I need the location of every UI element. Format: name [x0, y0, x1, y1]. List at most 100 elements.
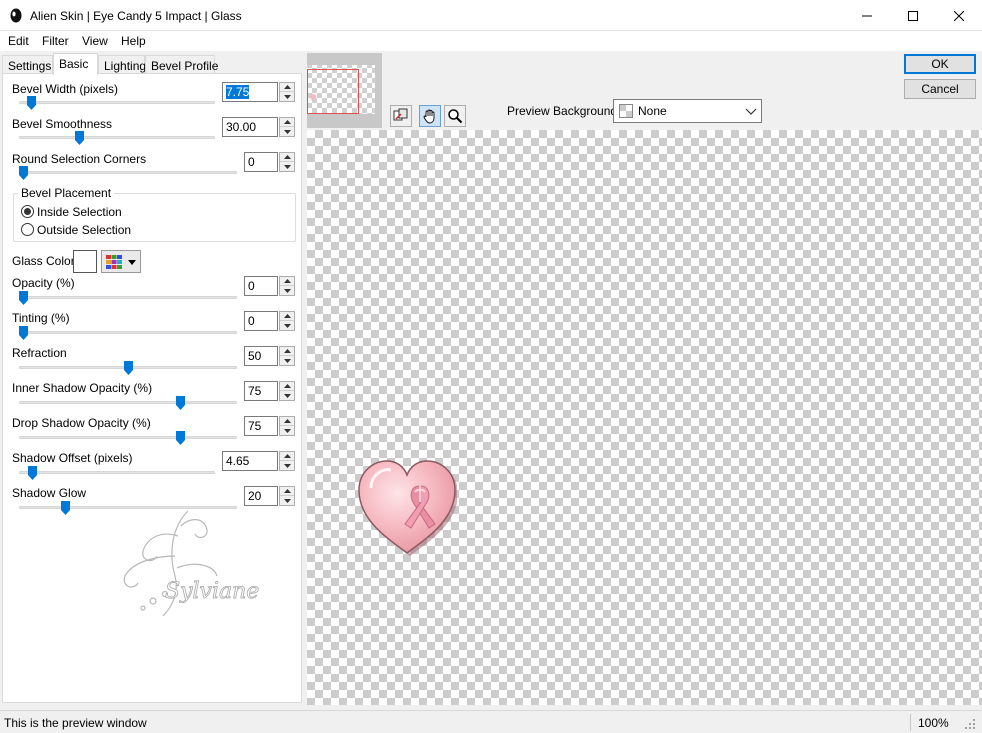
shadow-offset-slider-track[interactable] [19, 471, 215, 474]
opacity-input[interactable]: 0 [244, 276, 278, 296]
drop-shadow-opacity-slider-thumb[interactable] [176, 431, 185, 445]
refraction-slider-thumb[interactable] [124, 361, 133, 375]
menu-filter[interactable]: Filter [42, 34, 69, 48]
bevel-width-slider-track[interactable] [19, 101, 215, 104]
menu-view[interactable]: View [82, 34, 108, 48]
spin-down-arrow-icon[interactable] [280, 92, 294, 101]
spin-up-arrow-icon[interactable] [280, 153, 294, 162]
glass-heart-preview [358, 460, 457, 556]
close-button[interactable] [936, 0, 982, 31]
shadow-glow-input[interactable]: 20 [244, 486, 278, 506]
inside-selection-label[interactable]: Inside Selection [37, 205, 122, 219]
color-picker-button[interactable] [101, 250, 141, 273]
round-corners-slider-track[interactable] [19, 171, 237, 174]
spin-up-arrow-icon[interactable] [280, 347, 294, 356]
shadow-offset-slider-thumb[interactable] [28, 466, 37, 480]
spin-down-arrow-icon[interactable] [280, 127, 294, 136]
opacity-spin-buttons[interactable] [279, 276, 295, 296]
spin-up-arrow-icon[interactable] [280, 417, 294, 426]
preview-background-select[interactable]: None [613, 99, 762, 123]
inner-shadow-opacity-slider-track[interactable] [19, 401, 237, 404]
refraction-input[interactable]: 50 [244, 346, 278, 366]
shadow-glow-slider-thumb[interactable] [61, 501, 70, 515]
tab-basic[interactable]: Basic [53, 53, 98, 75]
title-bar: Alien Skin | Eye Candy 5 Impact | Glass [0, 0, 982, 31]
opacity-stepper[interactable]: 0 [244, 276, 296, 296]
tab-bevel-profile[interactable]: Bevel Profile [145, 55, 218, 74]
outside-selection-label[interactable]: Outside Selection [37, 223, 131, 237]
inner-shadow-opacity-spin-buttons[interactable] [279, 381, 295, 401]
tab-settings[interactable]: Settings [2, 55, 53, 74]
spin-down-arrow-icon[interactable] [280, 391, 294, 400]
tinting-stepper[interactable]: 0 [244, 311, 296, 331]
drop-shadow-opacity-slider-track[interactable] [19, 436, 237, 439]
cancel-button[interactable]: Cancel [904, 79, 976, 99]
inner-shadow-opacity-slider-thumb[interactable] [176, 396, 185, 410]
compare-preview-button[interactable] [390, 105, 412, 127]
spin-down-arrow-icon[interactable] [280, 321, 294, 330]
zoom-tool-button[interactable] [444, 105, 466, 127]
spin-up-arrow-icon[interactable] [280, 487, 294, 496]
tinting-label: Tinting (%) [12, 311, 70, 325]
shadow-glow-stepper[interactable]: 20 [244, 486, 296, 506]
preview-window[interactable] [307, 130, 982, 705]
round-corners-stepper[interactable]: 0 [244, 152, 296, 172]
spin-up-arrow-icon[interactable] [280, 452, 294, 461]
bevel-width-spin-buttons[interactable] [279, 82, 295, 102]
status-divider [910, 714, 911, 731]
round-corners-spin-buttons[interactable] [279, 152, 295, 172]
drop-shadow-opacity-spin-buttons[interactable] [279, 416, 295, 436]
refraction-stepper[interactable]: 50 [244, 346, 296, 366]
spin-down-arrow-icon[interactable] [280, 426, 294, 435]
spin-up-arrow-icon[interactable] [280, 382, 294, 391]
menu-edit[interactable]: Edit [8, 34, 29, 48]
bevel-smoothness-slider-track[interactable] [19, 136, 215, 139]
outside-selection-radio[interactable] [21, 223, 34, 236]
minimize-button[interactable] [844, 0, 890, 31]
navigator-view-frame[interactable] [307, 69, 359, 114]
round-corners-slider-thumb[interactable] [19, 166, 28, 180]
resize-grip-icon[interactable] [964, 718, 976, 730]
opacity-slider-thumb[interactable] [19, 291, 28, 305]
tinting-spin-buttons[interactable] [279, 311, 295, 331]
spin-down-arrow-icon[interactable] [280, 356, 294, 365]
spin-up-arrow-icon[interactable] [280, 83, 294, 92]
opacity-slider-track[interactable] [19, 296, 237, 299]
spin-up-arrow-icon[interactable] [280, 312, 294, 321]
shadow-offset-input[interactable]: 4.65 [222, 451, 278, 471]
zoom-magnifier-icon [448, 109, 463, 124]
tab-lighting[interactable]: Lighting [98, 55, 146, 74]
inner-shadow-opacity-stepper[interactable]: 75 [244, 381, 296, 401]
spin-down-arrow-icon[interactable] [280, 162, 294, 171]
inside-selection-radio[interactable] [21, 205, 34, 218]
maximize-button[interactable] [890, 0, 936, 31]
zoom-level: 100% [918, 716, 949, 730]
bevel-width-slider-thumb[interactable] [27, 96, 36, 110]
tinting-slider-track[interactable] [19, 331, 237, 334]
tinting-input[interactable]: 0 [244, 311, 278, 331]
menu-help[interactable]: Help [121, 34, 146, 48]
spin-down-arrow-icon[interactable] [280, 496, 294, 505]
hand-tool-button[interactable] [419, 105, 441, 127]
shadow-offset-spin-buttons[interactable] [279, 451, 295, 471]
bevel-width-input[interactable]: 7.75 [222, 82, 278, 102]
spin-up-arrow-icon[interactable] [280, 118, 294, 127]
drop-shadow-opacity-input[interactable]: 75 [244, 416, 278, 436]
bevel-smoothness-stepper[interactable]: 30.00 [222, 117, 296, 137]
inner-shadow-opacity-input[interactable]: 75 [244, 381, 278, 401]
refraction-spin-buttons[interactable] [279, 346, 295, 366]
ok-button[interactable]: OK [904, 54, 976, 74]
shadow-glow-spin-buttons[interactable] [279, 486, 295, 506]
round-corners-input[interactable]: 0 [244, 152, 278, 172]
shadow-offset-stepper[interactable]: 4.65 [222, 451, 296, 471]
bevel-smoothness-input[interactable]: 30.00 [222, 117, 278, 137]
spin-down-arrow-icon[interactable] [280, 461, 294, 470]
drop-shadow-opacity-stepper[interactable]: 75 [244, 416, 296, 436]
bevel-width-stepper[interactable]: 7.75 [222, 82, 296, 102]
glass-color-swatch[interactable] [73, 250, 97, 273]
spin-down-arrow-icon[interactable] [280, 286, 294, 295]
bevel-smoothness-spin-buttons[interactable] [279, 117, 295, 137]
bevel-smoothness-slider-thumb[interactable] [75, 131, 84, 145]
spin-up-arrow-icon[interactable] [280, 277, 294, 286]
tinting-slider-thumb[interactable] [19, 326, 28, 340]
